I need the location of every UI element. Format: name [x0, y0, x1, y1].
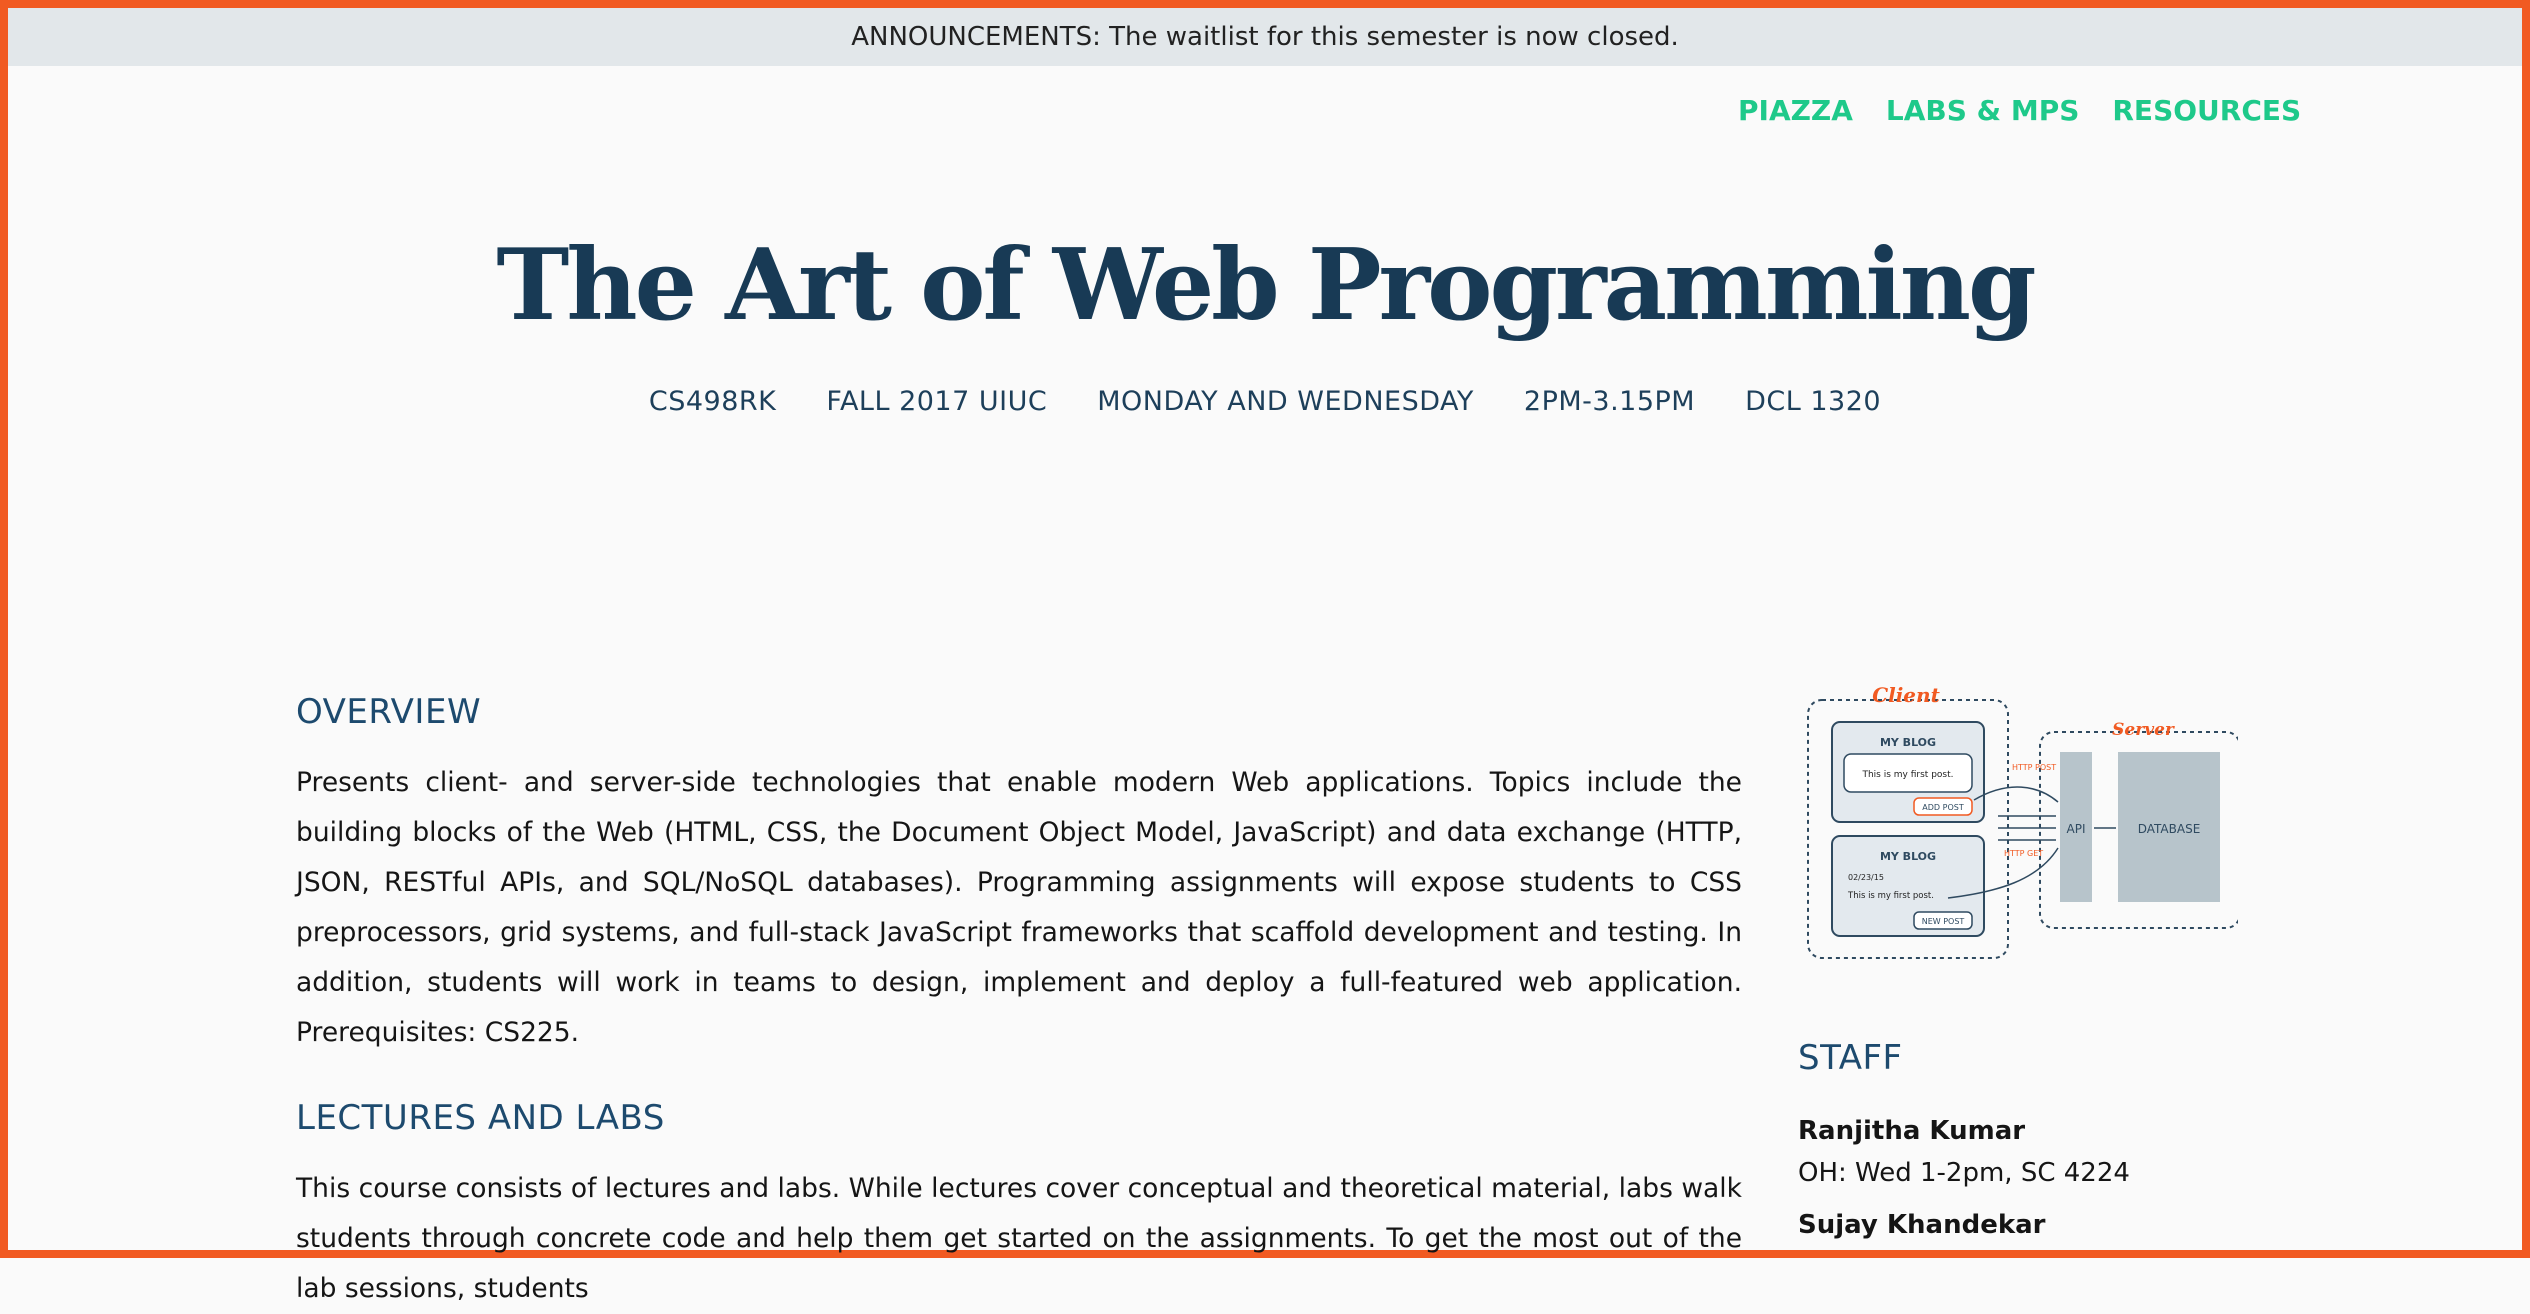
staff-name-2: Sujay Khandekar: [1798, 1210, 2046, 1240]
lectures-text: This course consists of lectures and lab…: [296, 1173, 1742, 1304]
overview-heading: OVERVIEW: [296, 692, 482, 732]
overview-section: OVERVIEW Presents client- and server-sid…: [296, 692, 1742, 1058]
post-request-arrow: [1973, 786, 2059, 803]
top-nav: PIAZZA LABS & MPS RESOURCES: [1738, 94, 2301, 127]
api-label: API: [2067, 822, 2086, 836]
course-term: FALL 2017 UIUC: [826, 386, 1048, 417]
course-time: 2PM-3.15PM: [1523, 386, 1696, 417]
course-meta: CS498RK FALL 2017 UIUC MONDAY AND WEDNES…: [8, 386, 2522, 417]
course-room: DCL 1320: [1745, 386, 1882, 417]
nav-link-piazza[interactable]: PIAZZA: [1738, 94, 1853, 127]
lectures-section: LECTURES AND LABS This course consists o…: [296, 1098, 1742, 1314]
add-post-label: ADD POST: [1922, 803, 1964, 812]
post-date: 02/23/15: [1848, 873, 1884, 882]
staff-name-1: Ranjitha Kumar: [1798, 1116, 2026, 1146]
announcement-text: ANNOUNCEMENTS: The waitlist for this sem…: [851, 22, 1679, 52]
page-title: The Art of Web Programming: [496, 228, 2036, 343]
http-get-label: HTTP GET: [2004, 849, 2043, 858]
server-label: Server: [2112, 720, 2175, 740]
post-text-2: This is my first post.: [1847, 891, 1934, 901]
staff-office-hours-1: OH: Wed 1-2pm, SC 4224: [1798, 1158, 2130, 1188]
blog-title-1: MY BLOG: [1880, 736, 1936, 749]
nav-link-resources[interactable]: RESOURCES: [2112, 94, 2301, 127]
database-label: DATABASE: [2138, 822, 2201, 836]
staff-heading: STAFF: [1798, 1038, 1903, 1078]
overview-text: Presents client- and server-side technol…: [296, 767, 1742, 1048]
lectures-heading: LECTURES AND LABS: [296, 1098, 665, 1138]
announcement-banner: ANNOUNCEMENTS: The waitlist for this sem…: [8, 8, 2522, 66]
client-label: Client: [1872, 683, 1940, 707]
course-code: CS498RK: [648, 386, 777, 417]
post-text-1: This is my first post.: [1861, 770, 1953, 780]
client-server-diagram: Client MY BLOG This is my first post. AD…: [1798, 680, 2258, 974]
blog-title-2: MY BLOG: [1880, 850, 1936, 863]
diagram-svg: Client MY BLOG This is my first post. AD…: [1807, 683, 2241, 959]
http-post-label: HTTP POST: [2012, 763, 2056, 772]
nav-link-labs-mps[interactable]: LABS & MPS: [1886, 94, 2079, 127]
course-days: MONDAY AND WEDNESDAY: [1097, 386, 1474, 417]
staff-section: STAFF Ranjitha Kumar OH: Wed 1-2pm, SC 4…: [1798, 1038, 2258, 1240]
new-post-label: NEW POST: [1922, 917, 1965, 926]
